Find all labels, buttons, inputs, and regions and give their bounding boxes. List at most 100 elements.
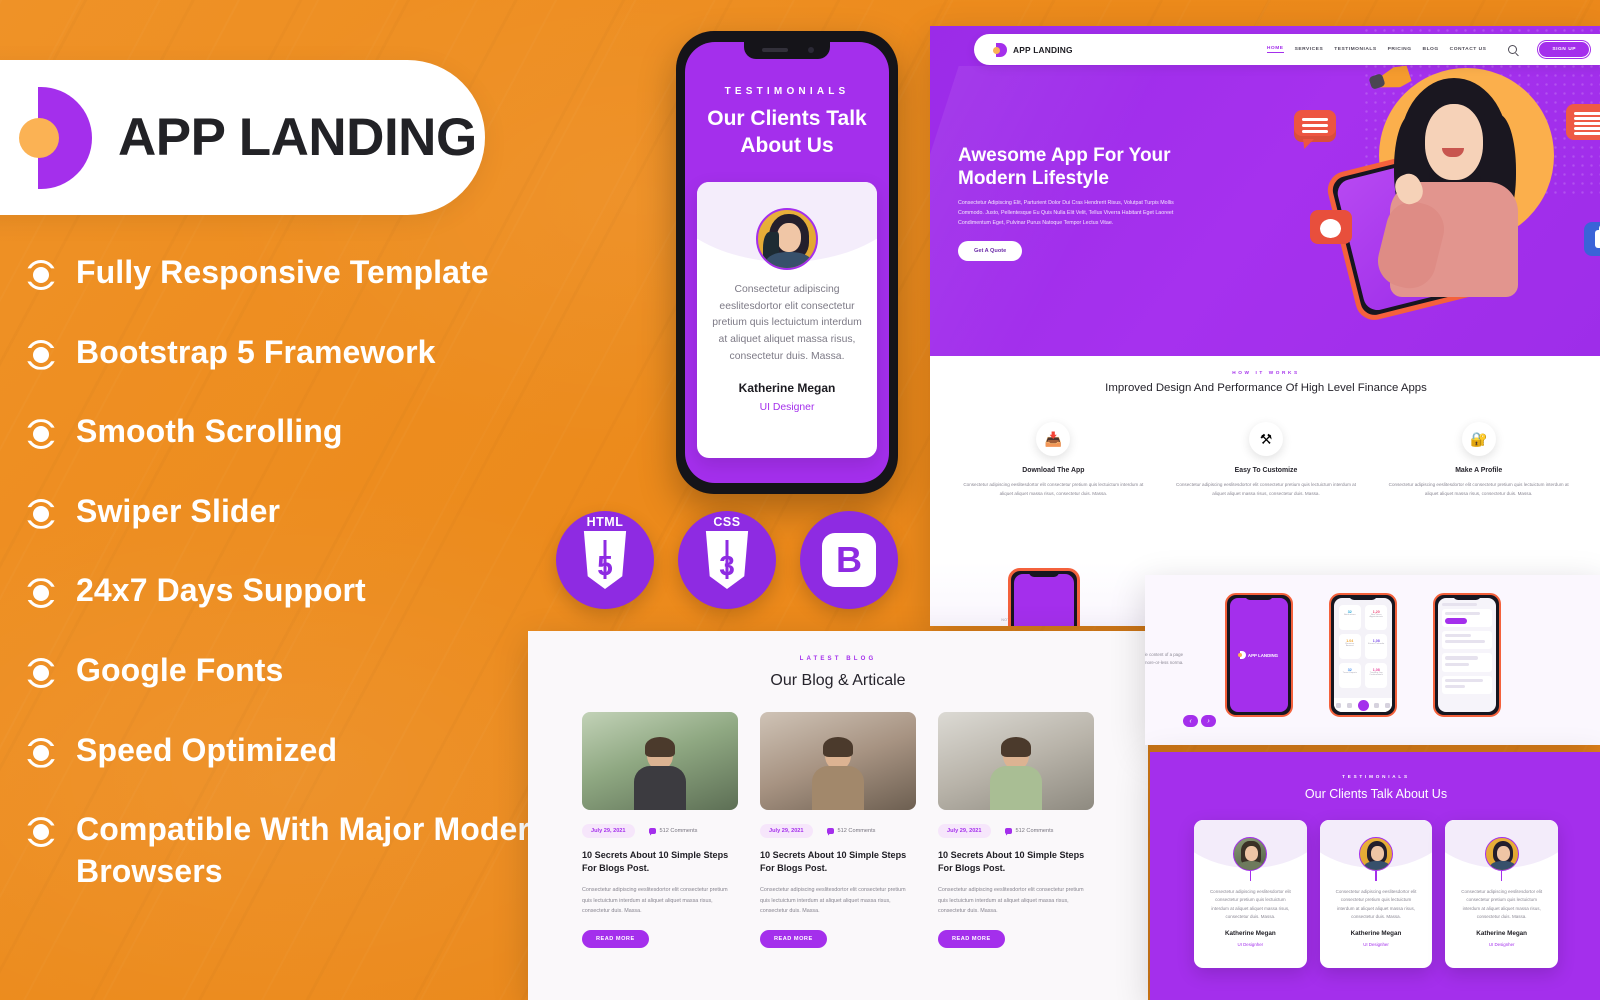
blog-meta: July 29, 2021 512 Comments	[938, 824, 1094, 838]
how-item-title: Make A Profile	[1455, 467, 1503, 475]
phone-author-name: Katherine Megan	[738, 380, 836, 395]
how-item: 🔐 Make A Profile Consectetur adipiscing …	[1383, 422, 1574, 498]
feature-item: Smooth Scrolling	[26, 411, 586, 453]
nav-link-services[interactable]: SERVICES	[1295, 47, 1324, 52]
chat-bubble-icon	[1566, 104, 1600, 140]
screenshot-phone-3	[1433, 593, 1501, 717]
blog-comment-count: 512 Comments	[837, 828, 876, 834]
blog-comments: 512 Comments	[826, 828, 876, 834]
feature-item: Fully Responsive Template	[26, 252, 586, 294]
how-eyebrow: HOW IT WORKS	[1232, 370, 1300, 375]
tools-icon: ⚒	[1249, 422, 1283, 457]
bullet-circle-icon	[26, 578, 56, 609]
how-items: 📥 Download The App Consectetur adipiscin…	[958, 422, 1574, 498]
blog-comment-count: 512 Comments	[1015, 828, 1054, 834]
css3-number: 3	[719, 550, 735, 581]
dashboard-tile: 32 Notifications	[1338, 604, 1361, 630]
nav-logo[interactable]: APP LANDING	[993, 42, 1073, 57]
phone-splash-logo-text: APP LANDING	[1247, 652, 1279, 658]
site-navbar: APP LANDING HOME SERVICES TESTIMONIALS P…	[974, 34, 1600, 65]
testimonial-cards: Consectetur adipiscing eeslitesdortor el…	[1150, 820, 1600, 968]
app-screenshots-mockup: A beautiful way to present r App Screens…	[1145, 575, 1600, 745]
chevron-left-icon[interactable]: ‹	[1183, 715, 1198, 727]
read-more-button[interactable]: READ MORE	[760, 929, 827, 948]
bullet-circle-icon	[26, 339, 56, 370]
blog-cards: July 29, 2021 512 Comments 10 Secrets Ab…	[528, 712, 1148, 948]
read-more-button[interactable]: READ MORE	[938, 929, 1005, 948]
blog-comments: 512 Comments	[648, 828, 697, 834]
how-item-title: Download The App	[1022, 467, 1085, 475]
promo-banner: APP LANDING Fully Responsive Template Bo…	[0, 0, 1600, 1000]
nav-link-blog[interactable]: BLOG	[1423, 47, 1439, 52]
blog-post-title: 10 Secrets About 10 Simple Steps For Blo…	[760, 850, 907, 874]
blog-post-title: 10 Secrets About 10 Simple Steps For Blo…	[582, 850, 729, 874]
testimonial-quote: Consectetur adipiscing eeslitesdortor el…	[1335, 889, 1417, 919]
brand-logo-plate: APP LANDING	[0, 60, 485, 215]
blog-date: July 29, 2021	[938, 824, 991, 838]
search-icon[interactable]	[1508, 45, 1518, 54]
dashboard-tile: 32 Travel Reports	[1338, 662, 1361, 688]
feature-label: Speed Optimized	[76, 731, 338, 768]
testimonial-card: Consectetur adipiscing eeslitesdortor el…	[1445, 820, 1559, 968]
sign-up-button[interactable]: SIGN UP	[1538, 41, 1590, 58]
landing-page-mockup: APP LANDING HOME SERVICES TESTIMONIALS P…	[930, 26, 1600, 626]
how-item-title: Easy To Customize	[1234, 467, 1298, 475]
hero-copy: Awesome App For Your Modern Lifestyle Co…	[958, 144, 1178, 261]
nav-link-testimonials[interactable]: TESTIMONIALS	[1334, 47, 1376, 52]
blog-date: July 29, 2021	[582, 824, 635, 838]
testimonial-card: Consectetur adipiscing eeslitesdortor el…	[1319, 820, 1433, 968]
carousel-nav: ‹ ›	[1183, 715, 1216, 727]
testimonial-quote: Consectetur adipiscing eeslitesdortor el…	[1209, 889, 1291, 919]
html5-label: HTML	[586, 515, 624, 529]
get-a-quote-button[interactable]: Get A Quote	[958, 240, 1023, 261]
testimonials-eyebrow: TESTIMONIALS	[1342, 774, 1410, 779]
feature-label: Google Fonts	[76, 651, 284, 688]
nav-link-contact-us[interactable]: CONTACT US	[1450, 47, 1487, 52]
screenshots-copy: A beautiful way to present r App Screens…	[1145, 619, 1189, 668]
phone-tab-bar	[1333, 698, 1393, 713]
feature-item: Compatible With Major Modern Browsers	[26, 809, 586, 892]
feature-label: Swiper Slider	[76, 492, 281, 529]
feature-label: Compatible With Major Modern Browsers	[76, 811, 550, 889]
phone-title: Our Clients Talk About Us	[707, 107, 867, 157]
hero-paragraph: Consectetur Adipiscing Elit, Parturient …	[958, 200, 1174, 226]
how-item: 📥 Download The App Consectetur adipiscin…	[958, 422, 1149, 498]
blog-card[interactable]: July 29, 2021 512 Comments 10 Secrets Ab…	[582, 712, 738, 948]
css3-label: CSS	[713, 515, 741, 529]
how-item-text: Consectetur adipiscing eeslitesdortor el…	[1388, 482, 1569, 497]
testimonial-name: Katherine Megan	[1350, 930, 1402, 938]
blog-card[interactable]: July 29, 2021 512 Comments 10 Secrets Ab…	[938, 712, 1094, 948]
tile-label: Events Calendar	[1368, 642, 1385, 645]
nav-link-home[interactable]: HOME	[1266, 46, 1284, 53]
phone-testimonial-card: Consectetur adipiscing eeslitesdortor el…	[697, 181, 877, 458]
feature-item: Google Fonts	[26, 650, 586, 692]
heart-icon	[1310, 210, 1352, 244]
chevron-right-icon[interactable]: ›	[1201, 715, 1216, 727]
blog-post-title: 10 Secrets About 10 Simple Steps For Blo…	[938, 850, 1085, 874]
download-icon: 📥	[1036, 422, 1071, 457]
tech-badges: HTML 5 CSS 3 B	[556, 511, 898, 609]
blog-meta: July 29, 2021 512 Comments	[582, 824, 738, 838]
phone-mockup-testimonials: TESTIMONIALS Our Clients Talk About Us C…	[676, 31, 898, 494]
screenshot-phone-peek	[1008, 568, 1080, 626]
nav-link-pricing[interactable]: PRICING	[1388, 47, 1412, 52]
screenshots-eyebrow: A beautiful way to present	[1145, 619, 1189, 625]
feature-label: Smooth Scrolling	[76, 413, 343, 450]
testimonial-name: Katherine Megan	[1476, 930, 1528, 938]
html5-number: 5	[597, 550, 613, 581]
screenshot-phone-2: 32 Notifications 1,20 New Users Appointm…	[1329, 593, 1397, 717]
feature-label: Fully Responsive Template	[76, 254, 489, 290]
phone-notch	[744, 42, 830, 59]
brand-name: APP LANDING	[118, 108, 477, 167]
feature-item: Speed Optimized	[26, 730, 586, 772]
profile-lock-icon: 🔐	[1461, 422, 1496, 457]
blog-date: July 29, 2021	[760, 824, 813, 838]
screenshots-title: r App Screenshots	[1145, 630, 1189, 644]
dashboard-tile: 1,20 New Users Appointments	[1365, 604, 1388, 630]
blog-card[interactable]: July 29, 2021 512 Comments 10 Secrets Ab…	[760, 712, 916, 948]
how-item-text: Consectetur adipiscing eeslitesdortor el…	[1176, 482, 1357, 497]
feature-label: Bootstrap 5 Framework	[76, 333, 436, 370]
html5-badge: HTML 5	[556, 511, 654, 609]
bullet-circle-icon	[26, 737, 56, 768]
read-more-button[interactable]: READ MORE	[582, 929, 649, 948]
